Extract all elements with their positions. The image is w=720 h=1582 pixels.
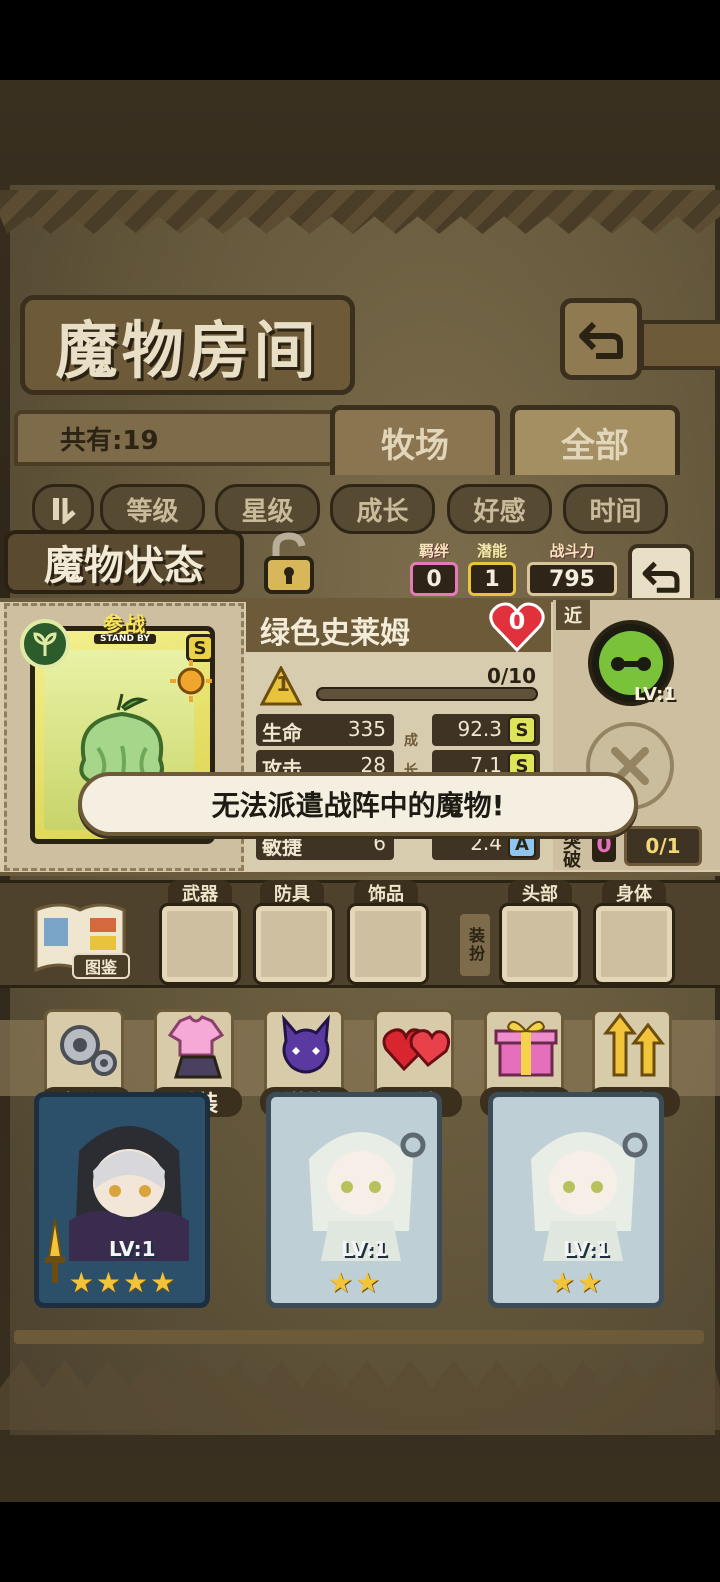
page-title: 魔物房间: [20, 295, 355, 395]
outfit-tag: 装扮: [460, 914, 490, 976]
sun-icon: [170, 660, 212, 702]
exp-text: 0/10: [486, 664, 536, 688]
equip-label-accessory: 饰品: [354, 880, 418, 906]
star-icon: ★: [327, 1266, 353, 1299]
potential-label: 潜能: [476, 542, 507, 560]
upgrade-arrows-icon: [602, 1012, 666, 1077]
star-rating: ★ ★: [493, 1269, 659, 1303]
unlock-icon: [264, 532, 314, 594]
status-title: 魔物状态: [4, 530, 244, 594]
monster-card-level: LV:1: [109, 1237, 156, 1261]
potential-indicator: 潜能 1: [468, 540, 516, 596]
sort-order-icon: [53, 498, 76, 524]
star-icon: ★: [150, 1266, 176, 1299]
catalog-button[interactable]: 图鉴: [72, 953, 130, 979]
stand-by-badge: 参战 STAND BY: [70, 608, 180, 648]
break-count: 0/1: [624, 826, 702, 866]
equip-label-armor: 防具: [260, 880, 324, 906]
level-value: 1: [276, 672, 290, 696]
leaf-element-icon: [20, 619, 70, 669]
growth-label: 成: [404, 733, 418, 749]
star-icon: ★: [577, 1266, 603, 1299]
range-tag: 近: [556, 600, 590, 630]
monster-list-card[interactable]: LV:1 ★ ★ ★ ★: [34, 1092, 210, 1308]
heart-count: 0: [508, 607, 526, 635]
bond-value: 0: [410, 562, 458, 596]
tab-all[interactable]: 全部: [510, 405, 680, 475]
list-bottom-frame: [14, 1330, 704, 1344]
sort-affinity-button[interactable]: 好感: [447, 484, 552, 534]
monster-list-card[interactable]: LV:1 ★ ★: [266, 1092, 442, 1308]
lock-toggle[interactable]: [254, 528, 324, 598]
bond-label: 羁绊: [418, 542, 449, 560]
tab-ranch[interactable]: 牧场: [330, 405, 500, 475]
hearts-icon: [382, 1028, 451, 1072]
stat-growth-value: 92.3: [457, 717, 502, 741]
equip-slot-accessory[interactable]: [347, 903, 429, 985]
sort-time-button[interactable]: 时间: [563, 484, 668, 534]
equip-label-body: 身体: [602, 880, 666, 906]
stat-row-hp: 生命 335 92.3 S: [256, 714, 546, 746]
gear-icon: [60, 1025, 117, 1076]
return-arrow-icon: [579, 321, 623, 359]
break-label: 突破: [563, 832, 581, 871]
monster-list-card[interactable]: LV:1 ★ ★: [488, 1092, 664, 1308]
sort-level-button[interactable]: 等级: [100, 484, 205, 534]
equip-label-head: 头部: [508, 880, 572, 906]
sort-star-button[interactable]: 星级: [215, 484, 320, 534]
star-icon: ★: [68, 1266, 94, 1299]
skill-level: LV:1: [634, 684, 676, 705]
bond-indicator: 羁绊 0: [410, 540, 458, 596]
star-icon: ★: [549, 1266, 575, 1299]
stand-by-label: 参战: [103, 612, 147, 636]
potential-value: 1: [468, 562, 516, 596]
power-indicator: 战斗力 795: [527, 540, 617, 596]
sort-order-toggle[interactable]: [32, 484, 94, 534]
monster-count: 共有:19: [60, 426, 159, 456]
star-rating: ★ ★ ★ ★: [39, 1269, 205, 1303]
return-arrow-icon: [642, 561, 680, 593]
stat-grade: S: [508, 716, 536, 744]
power-value: 795: [527, 562, 617, 596]
equip-label-weapon: 武器: [168, 880, 232, 906]
back-button[interactable]: [560, 298, 642, 380]
star-icon: ★: [123, 1266, 149, 1299]
gift-icon: [494, 1020, 558, 1077]
monster-card-level: LV:1: [563, 1237, 610, 1261]
toast-message: 无法派遣战阵中的魔物!: [78, 772, 638, 836]
stand-by-english: STAND BY: [94, 634, 156, 644]
star-icon: ★: [95, 1266, 121, 1299]
header-right-bar: [640, 320, 720, 370]
star-rating: ★ ★: [271, 1269, 437, 1303]
exp-bar: [316, 687, 538, 701]
stat-growth-box: 92.3 S: [432, 714, 540, 746]
star-icon: ★: [355, 1266, 381, 1299]
equip-slot-head[interactable]: [499, 903, 581, 985]
potential-icon: [282, 1014, 330, 1074]
outfit-icon: [167, 1015, 225, 1079]
monster-name: 绿色史莱姆: [260, 616, 410, 651]
equip-slot-body[interactable]: [593, 903, 675, 985]
stat-name-box: 生命 335: [256, 714, 394, 746]
sort-growth-button[interactable]: 成长: [330, 484, 435, 534]
stat-label: 生命: [262, 721, 302, 745]
stat-value: 335: [347, 717, 386, 741]
monster-card-level: LV:1: [341, 1237, 388, 1261]
equip-slot-weapon[interactable]: [159, 903, 241, 985]
equip-slot-armor[interactable]: [253, 903, 335, 985]
power-label: 战斗力: [549, 542, 595, 560]
